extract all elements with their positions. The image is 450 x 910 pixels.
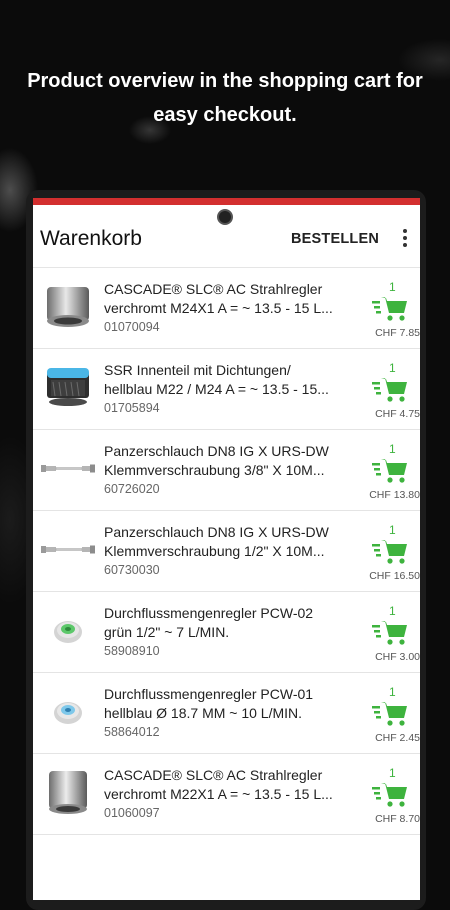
accent-bar <box>33 198 420 205</box>
promo-headline: Product overview in the shopping cart fo… <box>0 64 450 132</box>
cart-item[interactable]: CASCADE® SLC® AC Strahlregler verchromt M… <box>33 268 420 349</box>
aerator-chrome-icon <box>47 287 89 327</box>
cart-item[interactable]: CASCADE® SLC® AC Strahlregler verchromt M… <box>33 754 420 835</box>
cart-icon[interactable] <box>372 779 408 809</box>
cart-list: CASCADE® SLC® AC Strahlregler verchromt M… <box>33 268 420 835</box>
cart-item[interactable]: SSR Innenteil mit Dichtungen/hellblau M2… <box>33 349 420 430</box>
item-quantity: 1 <box>389 280 396 294</box>
cart-item[interactable]: Panzerschlauch DN8 IG X URS-DW Klemmversc… <box>33 430 420 511</box>
hose-icon <box>41 545 95 554</box>
item-quantity: 1 <box>389 604 396 618</box>
more-vert-icon[interactable] <box>395 227 415 251</box>
item-sku: 01060097 <box>104 806 160 820</box>
item-quantity: 1 <box>389 523 396 537</box>
item-name: Durchflussmengenregler PCW-02 grün 1/2" ~… <box>104 605 314 640</box>
item-price: CHF 7.85 <box>375 327 420 339</box>
cart-icon[interactable] <box>372 455 408 485</box>
aerator-chrome-icon <box>49 771 87 814</box>
item-sku: 60726020 <box>104 482 160 496</box>
item-sku: 60730030 <box>104 563 160 577</box>
item-price: CHF 4.75 <box>375 408 420 420</box>
item-quantity: 1 <box>389 442 396 456</box>
aerator-insert-blue-icon <box>47 368 89 406</box>
flow-regulator-green-icon <box>54 621 82 643</box>
item-name: SSR Innenteil mit Dichtungen/hellblau M2… <box>104 362 329 397</box>
item-sku: 01070094 <box>104 320 160 334</box>
item-quantity: 1 <box>389 766 396 780</box>
item-name: CASCADE® SLC® AC Strahlregler verchromt M… <box>104 767 333 802</box>
promo-headline-line2: easy checkout. <box>153 104 297 126</box>
item-price: CHF 2.45 <box>375 732 420 744</box>
page-title: Warenkorb <box>40 227 142 250</box>
flow-regulator-blue-icon <box>54 702 82 724</box>
cart-icon[interactable] <box>372 374 408 404</box>
item-sku: 58864012 <box>104 725 160 739</box>
item-sku: 01705894 <box>104 401 160 415</box>
item-name: CASCADE® SLC® AC Strahlregler verchromt M… <box>104 281 333 316</box>
item-price: CHF 8.70 <box>375 813 420 825</box>
item-name: Panzerschlauch DN8 IG X URS-DW Klemmversc… <box>104 524 329 559</box>
hose-icon <box>41 464 95 473</box>
cart-item[interactable]: Panzerschlauch DN8 IG X URS-DW Klemmversc… <box>33 511 420 592</box>
cart-icon[interactable] <box>372 698 408 728</box>
order-button[interactable]: BESTELLEN <box>291 231 379 247</box>
item-name: Panzerschlauch DN8 IG X URS-DW Klemmversc… <box>104 443 329 478</box>
item-quantity: 1 <box>389 361 396 375</box>
camera-cutout <box>217 209 233 225</box>
cart-item[interactable]: Durchflussmengenregler PCW-01 hellblau Ø … <box>33 673 420 754</box>
cart-icon[interactable] <box>372 293 408 323</box>
item-quantity: 1 <box>389 685 396 699</box>
promo-headline-line1: Product overview in the shopping cart fo… <box>27 70 423 92</box>
item-price: CHF 16.50 <box>369 570 420 582</box>
item-price: CHF 3.00 <box>375 651 420 663</box>
cart-icon[interactable] <box>372 536 408 566</box>
cart-icon[interactable] <box>372 617 408 647</box>
item-name: Durchflussmengenregler PCW-01 hellblau Ø … <box>104 686 314 721</box>
item-sku: 58908910 <box>104 644 160 658</box>
item-price: CHF 13.80 <box>369 489 420 501</box>
cart-item[interactable]: Durchflussmengenregler PCW-02 grün 1/2" ~… <box>33 592 420 673</box>
app-screen: Warenkorb BESTELLEN CASCADE® SLC® AC Str… <box>33 198 420 900</box>
